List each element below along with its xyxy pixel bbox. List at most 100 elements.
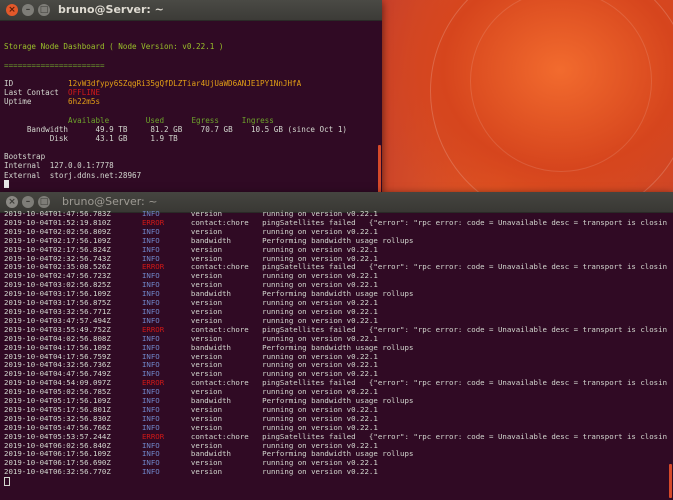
minimize-icon[interactable]: – bbox=[22, 4, 34, 16]
external-label: External bbox=[4, 170, 41, 180]
log-source: version bbox=[190, 351, 223, 361]
log-timestamp: 2019-10-04T05:47:56.766Z bbox=[4, 422, 111, 432]
log-level: INFO bbox=[141, 298, 160, 308]
log-source: version bbox=[190, 315, 223, 325]
log-timestamp: 2019-10-04T05:53:57.244Z bbox=[4, 431, 111, 441]
log-source: bandwidth bbox=[190, 396, 231, 406]
log-level: INFO bbox=[141, 210, 160, 218]
log-message: pingSatellites failed {"error": "rpc err… bbox=[262, 431, 667, 441]
dashboard-heading: Storage Node Dashboard ( Node Version: v… bbox=[4, 42, 224, 52]
log-level: INFO bbox=[141, 253, 160, 263]
log-timestamp: 2019-10-04T03:17:56.109Z bbox=[4, 289, 111, 299]
log-source: version bbox=[190, 226, 223, 236]
close-icon[interactable]: × bbox=[6, 4, 18, 16]
log-message: running on version v0.22.1 bbox=[262, 280, 378, 290]
log-timestamp: 2019-10-04T05:17:56.109Z bbox=[4, 396, 111, 406]
log-level: INFO bbox=[141, 458, 160, 468]
col-available: Available bbox=[68, 115, 110, 125]
bandwidth-label: Bandwidth bbox=[26, 124, 69, 134]
log-level: INFO bbox=[141, 235, 160, 245]
internal-address: 127.0.0.1:7778 bbox=[49, 161, 114, 171]
log-timestamp: 2019-10-04T05:02:56.785Z bbox=[4, 387, 111, 397]
maximize-icon[interactable]: □ bbox=[38, 196, 50, 208]
log-source: bandwidth bbox=[190, 235, 231, 245]
bootstrap-label: Bootstrap bbox=[4, 152, 46, 162]
log-message: pingSatellites failed {"error": "rpc err… bbox=[262, 378, 667, 388]
log-source: version bbox=[190, 404, 223, 414]
log-source: version bbox=[190, 413, 223, 423]
log-message: pingSatellites failed {"error": "rpc err… bbox=[262, 217, 667, 227]
log-source: version bbox=[190, 360, 223, 370]
log-level: ERROR bbox=[141, 324, 165, 334]
log-level: INFO bbox=[141, 342, 160, 352]
log-source: version bbox=[190, 298, 223, 308]
log-timestamp: 2019-10-04T04:47:56.749Z bbox=[4, 369, 111, 379]
log-timestamp: 2019-10-04T03:17:56.875Z bbox=[4, 298, 111, 308]
log-timestamp: 2019-10-04T01:47:56.783Z bbox=[4, 210, 111, 218]
log-level: INFO bbox=[141, 396, 160, 406]
log-level: ERROR bbox=[141, 262, 165, 272]
log-timestamp: 2019-10-04T02:32:56.743Z bbox=[4, 253, 111, 263]
bandwidth-egress: 70.7 GB bbox=[200, 124, 233, 134]
log-timestamp: 2019-10-04T03:55:49.752Z bbox=[4, 324, 111, 334]
window-title: bruno@Server: ~ bbox=[58, 3, 164, 16]
log-timestamp: 2019-10-04T04:02:56.808Z bbox=[4, 333, 111, 343]
log-timestamp: 2019-10-04T03:02:56.825Z bbox=[4, 280, 111, 290]
log-source: version bbox=[190, 467, 223, 477]
log-message: running on version v0.22.1 bbox=[262, 226, 378, 236]
log-source: version bbox=[190, 369, 223, 379]
log-level: INFO bbox=[141, 467, 160, 477]
log-source: version bbox=[190, 271, 223, 281]
log-timestamp: 2019-10-04T04:17:56.109Z bbox=[4, 342, 111, 352]
close-icon[interactable]: × bbox=[6, 196, 18, 208]
log-message: Performing bandwidth usage rollups bbox=[262, 235, 414, 245]
log-output[interactable]: 2019-10-04T01:47:56.783Z INFO version ru… bbox=[4, 210, 667, 498]
bandwidth-available: 49.9 TB bbox=[95, 124, 128, 134]
log-level: INFO bbox=[141, 413, 160, 423]
log-message: Performing bandwidth usage rollups bbox=[262, 289, 414, 299]
log-level: INFO bbox=[141, 244, 160, 254]
terminal-window-dashboard[interactable]: × – □ bruno@Server: ~ Storage Node Dashb… bbox=[0, 0, 382, 193]
terminal-window-logs[interactable]: × – □ bruno@Server: ~ 2019-10-04T01:47:5… bbox=[0, 192, 673, 500]
log-level: INFO bbox=[141, 315, 160, 325]
log-timestamp: 2019-10-04T03:47:57.494Z bbox=[4, 315, 111, 325]
log-source: version bbox=[190, 387, 223, 397]
log-source: version bbox=[190, 422, 223, 432]
scrollbar[interactable] bbox=[669, 464, 672, 498]
log-source: version bbox=[190, 440, 223, 450]
log-source: contact:chore bbox=[190, 217, 249, 227]
log-level: INFO bbox=[141, 333, 160, 343]
scrollbar[interactable] bbox=[378, 145, 381, 193]
log-message: pingSatellites failed {"error": "rpc err… bbox=[262, 262, 667, 272]
log-timestamp: 2019-10-04T04:17:56.759Z bbox=[4, 351, 111, 361]
log-level: INFO bbox=[141, 387, 160, 397]
log-message: running on version v0.22.1 bbox=[262, 440, 378, 450]
log-message: running on version v0.22.1 bbox=[262, 404, 378, 414]
heading-rule: ====================== bbox=[4, 60, 105, 70]
log-message: running on version v0.22.1 bbox=[262, 315, 378, 325]
log-level: ERROR bbox=[141, 217, 165, 227]
log-source: bandwidth bbox=[190, 289, 231, 299]
log-level: INFO bbox=[141, 449, 160, 459]
log-timestamp: 2019-10-04T05:17:56.801Z bbox=[4, 404, 111, 414]
minimize-icon[interactable]: – bbox=[22, 196, 34, 208]
titlebar[interactable]: × – □ bruno@Server: ~ bbox=[0, 0, 382, 21]
log-source: version bbox=[190, 333, 223, 343]
log-timestamp: 2019-10-04T03:32:56.771Z bbox=[4, 306, 111, 316]
maximize-icon[interactable]: □ bbox=[38, 4, 50, 16]
terminal-output[interactable]: Storage Node Dashboard ( Node Version: v… bbox=[4, 24, 376, 191]
disk-available: 43.1 GB bbox=[95, 133, 128, 143]
log-level: INFO bbox=[141, 280, 160, 290]
log-level: INFO bbox=[141, 422, 160, 432]
log-level: INFO bbox=[141, 369, 160, 379]
log-timestamp: 2019-10-04T02:35:08.526Z bbox=[4, 262, 111, 272]
log-source: version bbox=[190, 458, 223, 468]
log-message: running on version v0.22.1 bbox=[262, 244, 378, 254]
log-timestamp: 2019-10-04T06:17:56.109Z bbox=[4, 449, 111, 459]
node-id: 12vW3dfypy6SZqgRi35gQfDLZTiar4UjUaWD6ANJ… bbox=[68, 78, 302, 88]
col-ingress: Ingress bbox=[241, 115, 274, 125]
log-source: version bbox=[190, 280, 223, 290]
log-level: INFO bbox=[141, 271, 160, 281]
log-timestamp: 2019-10-04T02:47:56.723Z bbox=[4, 271, 111, 281]
log-message: running on version v0.22.1 bbox=[262, 271, 378, 281]
